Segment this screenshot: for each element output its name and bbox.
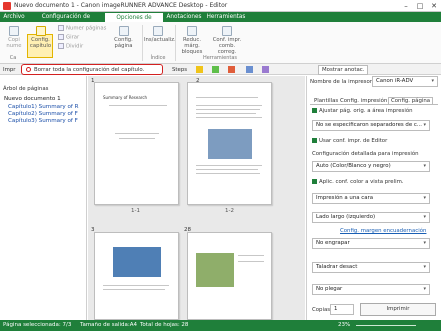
text-line — [238, 255, 264, 256]
selected-page-status: Página seleccionada: 7/3 — [3, 322, 72, 328]
tools-group-label: Herramientas — [202, 55, 238, 61]
numbering-icon — [58, 25, 64, 31]
rotate-button[interactable]: Girar — [58, 34, 114, 41]
text-line — [196, 169, 258, 170]
page-image — [208, 129, 252, 159]
page-label: 1-2 — [225, 208, 234, 214]
fold-select[interactable]: No plegar ▾ — [312, 284, 430, 295]
copies-icon — [9, 26, 19, 36]
page-tree-header: Árbol de páginas — [3, 86, 49, 92]
maximize-button[interactable]: □ — [413, 0, 427, 12]
print-button[interactable]: Imprimir — [360, 303, 436, 316]
page-label: 1-1 — [131, 208, 140, 214]
tree-root[interactable]: Nuevo documento 1 — [4, 96, 61, 102]
separator-select[interactable]: No se especificaron separadores de c... ▾ — [312, 120, 430, 131]
configure-chapter-button[interactable]: Config. capítulo — [28, 26, 53, 49]
steps-button[interactable]: Steps — [172, 67, 187, 73]
tab-archivo[interactable]: Archivo — [2, 12, 26, 22]
clear-icon — [26, 67, 31, 72]
page-thumbnail[interactable] — [187, 82, 272, 205]
copies-input[interactable]: 1 — [330, 304, 354, 315]
tree-chapter-1[interactable]: Capítulo1) Summary of R — [8, 104, 79, 110]
page-heading: Summary of Research — [103, 95, 148, 100]
combined-print-icon — [222, 26, 232, 36]
text-line — [196, 113, 256, 114]
text-line — [196, 109, 260, 110]
rotate-icon — [58, 34, 64, 40]
binding-margin-link[interactable]: Config. margen encuadernación — [340, 228, 426, 234]
tab-page-settings[interactable]: Config. página — [388, 97, 434, 104]
page-config-icon — [118, 26, 129, 36]
close-button[interactable]: ✕ — [427, 0, 441, 12]
text-line — [115, 133, 159, 134]
zoom-level: 23% — [338, 322, 351, 328]
use-editor-config-checkbox[interactable]: Usar conf. impr. de Editor — [312, 138, 387, 144]
show-annotations-button[interactable]: Mostrar anotac. — [318, 65, 369, 75]
index-icon — [153, 26, 163, 36]
divide-button[interactable]: Dividir — [58, 43, 114, 50]
tree-chapter-3[interactable]: Capítulo3) Summary of F — [8, 118, 78, 124]
text-line — [109, 105, 167, 106]
print-label: Impr — [3, 67, 16, 73]
page-image — [196, 253, 234, 287]
text-line — [119, 138, 155, 139]
tree-chapter-2[interactable]: Capítulo2) Summary of F — [8, 111, 78, 117]
adjust-page-checkbox[interactable]: Ajustar pág. orig. a área impresión — [312, 108, 413, 114]
stamp-icon[interactable] — [246, 66, 253, 73]
configure-page-button[interactable]: Config. página — [111, 26, 136, 49]
checkbox-checked — [312, 138, 317, 143]
staple-select[interactable]: No engrapar ▾ — [312, 238, 430, 249]
window-title: Nuevo documento 1 - Canon imageRUNNER AD… — [14, 2, 228, 9]
text-line — [196, 173, 260, 174]
numbering-pages-button[interactable]: Numer páginas — [58, 25, 114, 32]
color-mode-select[interactable]: Auto (Color/Blanco y negro) ▾ — [312, 161, 430, 172]
tab-annotations[interactable]: Anotaciones — [164, 12, 204, 22]
print-side-select[interactable]: Impresión a una cara ▾ — [312, 193, 430, 204]
printer-name-label: Nombre de la impresora: — [310, 79, 378, 85]
binding-edge-select[interactable]: Lado largo (izquierdo) ▾ — [312, 212, 430, 223]
page-thumbnail[interactable]: Summary of Research — [94, 82, 179, 205]
printer-select[interactable]: Canon iR-ADV ▾ — [372, 76, 438, 87]
text-line — [196, 165, 262, 166]
divide-icon — [58, 43, 64, 49]
zoom-slider[interactable] — [356, 325, 416, 326]
reduce-margin-button[interactable]: Reduc. márg. bloques — [176, 26, 208, 55]
page-thumbnail[interactable] — [94, 232, 179, 320]
chapter-icon — [35, 26, 46, 36]
pen-icon[interactable] — [212, 66, 219, 73]
tab-tools[interactable]: Herramientas — [206, 12, 246, 22]
app-icon — [3, 2, 11, 10]
reduce-margin-icon — [187, 26, 197, 36]
page-image — [113, 247, 161, 277]
punch-select[interactable]: Taladrar desact ▾ — [312, 262, 430, 273]
combined-print-config-button[interactable]: Conf. impr. comb. correg. — [210, 26, 244, 55]
note-icon[interactable] — [262, 66, 269, 73]
text-line — [103, 285, 169, 286]
apply-color-preview-checkbox[interactable]: Aplic. conf. color a vista prelim. — [312, 179, 404, 185]
ribbon-separator — [142, 25, 143, 61]
index-group-label: Índice — [150, 55, 166, 61]
shape-icon[interactable] — [228, 66, 235, 73]
tab-print-options[interactable]: Opciones de impresión — [105, 12, 163, 31]
detailed-config-label: Configuración detallada para impresión — [312, 151, 419, 157]
copies-label: Copias — [312, 307, 331, 313]
highlighter-icon[interactable] — [196, 66, 203, 73]
page-thumbnail[interactable] — [187, 232, 272, 320]
text-line — [196, 117, 262, 118]
text-line — [103, 289, 165, 290]
chapter-group-label: Ca — [9, 55, 17, 61]
checkbox-checked — [312, 108, 317, 113]
output-size-status: Tamaño de salida:A4 — [80, 322, 138, 328]
text-line — [238, 261, 264, 262]
tab-underline — [310, 104, 438, 105]
checkbox-checked — [312, 179, 317, 184]
clear-chapter-config-text: Borrar toda la configuración del capítul… — [34, 67, 145, 73]
insert-update-index-button[interactable]: Ins/actualiz. — [144, 26, 176, 43]
tab-print-config[interactable]: Configuración de impresión — [28, 12, 104, 30]
minimize-button[interactable]: – — [399, 0, 413, 12]
text-line — [196, 97, 258, 98]
copies-numbering-button[interactable]: Copi nume — [3, 26, 25, 49]
total-sheets-status: Total de hojas: 28 — [140, 322, 189, 328]
text-line — [196, 105, 262, 106]
